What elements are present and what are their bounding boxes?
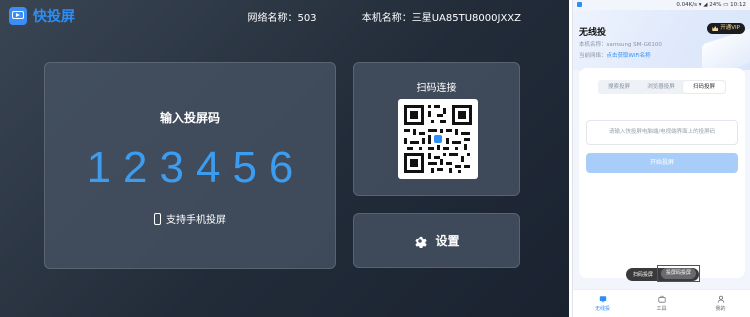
status-bar: 0.04K/s ▾ ◢ 24% ▭ 10:12 xyxy=(573,0,750,10)
tv-device-label: 本机名称： xyxy=(361,13,412,24)
get-wifi-name-link[interactable]: 点击获取WiFi名称 xyxy=(607,53,651,59)
mode-code-cast[interactable]: 投屏码投屏 xyxy=(660,268,696,279)
phone-device-name: 本机名称：samsung SM-G6100 xyxy=(579,40,662,48)
qr-code-icon xyxy=(404,105,472,173)
nav-mine[interactable]: 我的 xyxy=(691,290,750,317)
nav-tools[interactable]: 工具 xyxy=(632,290,691,317)
phone-header: 无线投 本机名称：samsung SM-G6100 当前网络：点击获取WiFi名… xyxy=(573,10,750,79)
nav-label: 无线投 xyxy=(594,306,610,312)
cast-code-title: 输入投屏码 xyxy=(159,111,220,125)
network-speed: 0.04K/s xyxy=(676,1,697,8)
tv-app-name: 快投屏 xyxy=(33,9,75,25)
mode-code-highlight: 投屏码投屏 xyxy=(657,265,700,282)
phone-network-label: 当前网络： xyxy=(579,53,607,59)
cast-mode-tabs: 搜索投屏 浏览器投屏 扫码投屏 xyxy=(598,80,726,94)
clock: 10:12 xyxy=(730,1,746,8)
tv-network-value: 503 xyxy=(297,13,317,24)
cast-code-digits: 123456 xyxy=(86,143,306,192)
crown-icon xyxy=(712,26,719,31)
settings-button[interactable]: 设置 xyxy=(353,213,520,268)
phone-device-value: samsung SM-G6100 xyxy=(606,42,662,48)
cast-code-card: 输入投屏码 123456 支持手机投屏 xyxy=(44,62,336,269)
tab-browser-cast[interactable]: 浏览器投屏 xyxy=(640,80,682,94)
cast-code-input[interactable]: 请输入快投屏电脑端/电视端界面上的投屏码 xyxy=(586,120,738,145)
nav-label: 工具 xyxy=(656,306,667,312)
start-cast-button[interactable]: 开始投屏 xyxy=(586,153,738,173)
tab-scan-cast[interactable]: 扫码投屏 xyxy=(683,81,725,93)
settings-label: 设置 xyxy=(435,234,460,248)
phone-network-info: 当前网络：点击获取WiFi名称 xyxy=(579,51,651,59)
nav-label: 我的 xyxy=(715,306,726,312)
tv-device-value: 三星UA85TU8000JXXZ xyxy=(411,13,521,24)
cast-panel: 搜索投屏 浏览器投屏 扫码投屏 请输入快投屏电脑端/电视端界面上的投屏码 开始投… xyxy=(579,68,745,278)
tv-logo: 快投屏 xyxy=(9,6,75,26)
battery-level: 24% xyxy=(709,1,722,8)
qr-connect-card: 扫码连接 xyxy=(353,62,520,196)
toolbox-icon xyxy=(657,295,666,303)
qr-code xyxy=(398,99,478,179)
mode-switch: 扫码投屏 投屏码投屏 xyxy=(626,265,700,282)
vip-label: 开通VIP xyxy=(720,25,740,31)
phone-app-title: 无线投 xyxy=(579,28,607,38)
mobile-phone-icon xyxy=(154,212,161,225)
tab-search-cast[interactable]: 搜索投屏 xyxy=(598,80,640,94)
user-icon xyxy=(717,295,724,303)
phone-cast-label: 支持手机投屏 xyxy=(166,215,226,226)
nav-wireless-cast[interactable]: 无线投 xyxy=(573,290,632,317)
cast-icon xyxy=(599,296,606,303)
battery-icon: ▭ xyxy=(723,1,729,8)
vip-button[interactable]: 开通VIP xyxy=(707,23,745,34)
status-bar-right: 0.04K/s ▾ ◢ 24% ▭ 10:12 xyxy=(676,2,746,8)
tv-header-info: 网络名称：503 本机名称：三星UA85TU8000JXXZ xyxy=(247,9,521,24)
app-logo-icon xyxy=(9,7,27,25)
phone-device-label: 本机名称： xyxy=(579,42,607,48)
phone-screen: 0.04K/s ▾ ◢ 24% ▭ 10:12 无线投 本机名称：samsung… xyxy=(572,0,750,317)
tv-screen: 快投屏 网络名称：503 本机名称：三星UA85TU8000JXXZ 输入投屏码… xyxy=(0,0,569,317)
mode-scan-cast[interactable]: 扫码投屏 xyxy=(626,271,660,278)
phone-cast-hint: 支持手机投屏 xyxy=(45,211,335,226)
bottom-nav: 无线投 工具 我的 xyxy=(573,289,750,317)
tv-device-info: 本机名称：三星UA85TU8000JXXZ xyxy=(362,13,521,24)
app-notification-icon xyxy=(577,2,582,7)
qr-connect-title: 扫码连接 xyxy=(416,83,457,94)
gear-icon xyxy=(415,236,428,248)
wifi-signal-icon: ▾ ◢ xyxy=(698,1,708,8)
tv-network-info: 网络名称：503 xyxy=(247,13,316,24)
tv-network-label: 网络名称： xyxy=(247,13,298,24)
